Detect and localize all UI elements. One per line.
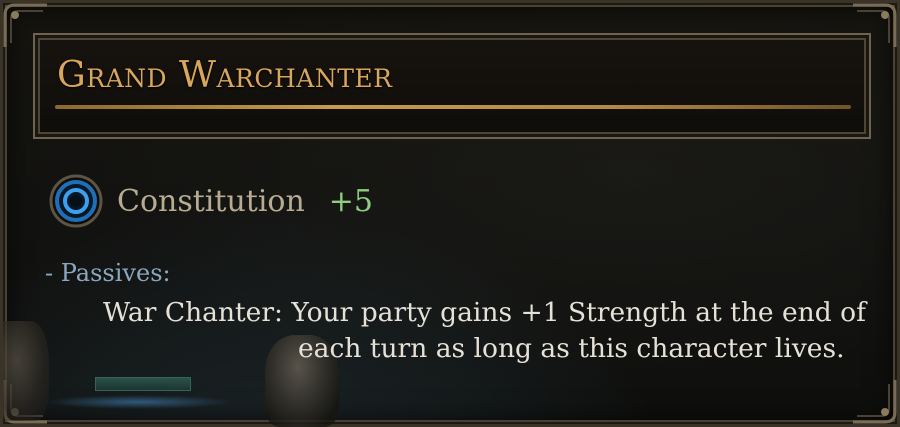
- corner-ornament-icon: [851, 378, 897, 424]
- tooltip-header: Grand Warchanter: [33, 33, 871, 139]
- attribute-name: Constitution: [117, 183, 305, 219]
- constitution-ring-icon: [49, 174, 103, 228]
- passives-label: - Passives:: [45, 259, 171, 287]
- tooltip-title: Grand Warchanter: [57, 55, 393, 96]
- attribute-row: Constitution +5: [49, 173, 373, 229]
- background-health-bar: [95, 377, 191, 391]
- attribute-bonus: +5: [328, 183, 374, 219]
- passive-description: War Chanter: Your party gains +1 Strengt…: [103, 297, 866, 364]
- title-divider: [55, 105, 851, 109]
- background-glow: [43, 395, 233, 409]
- item-tooltip: Grand Warchanter Constitution +5 - Passi…: [0, 0, 900, 427]
